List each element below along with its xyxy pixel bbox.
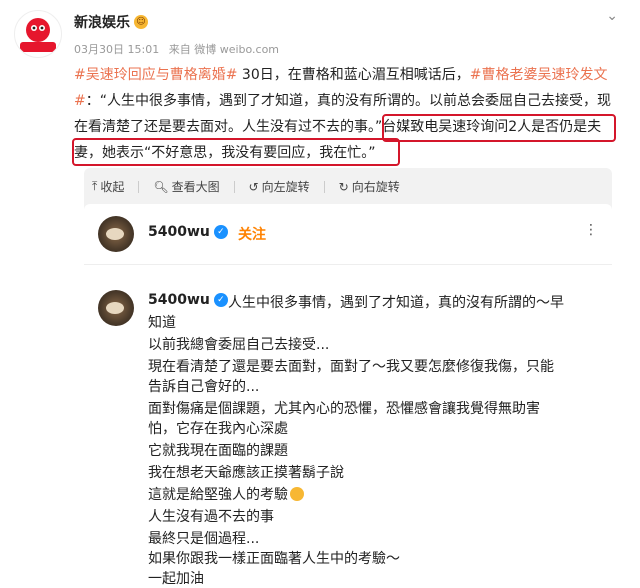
- follow-button[interactable]: 关注: [238, 224, 266, 244]
- image-viewer: ⤒ 收起 🔍︎ 查看大图 ↺ 向左旋转 ↻ 向右旋转 5400wu ✓ 关注 ⋮…: [84, 168, 612, 587]
- bow-icon: [106, 302, 124, 314]
- screenshot-image[interactable]: 5400wu ✓ 关注 ⋮ 5400wu ✓ 人生中很多事情，遇到了才知道，真的…: [84, 204, 612, 587]
- verified-icon: ✓: [213, 293, 228, 307]
- collapse-button[interactable]: ⤒ 收起: [92, 178, 124, 195]
- divider: [138, 180, 140, 193]
- quote-line: 面對傷痛是個課題，尤其內心的恐懼，恐懼感會讓我覺得無助害: [148, 401, 540, 417]
- chevron-down-icon[interactable]: ⌄: [606, 8, 618, 24]
- hashtag-link[interactable]: #曹格老婆吴速玲发文: [470, 67, 608, 83]
- collapse-icon: ⤒: [92, 179, 98, 193]
- quote-line: 怕，它存在我內心深處: [148, 421, 288, 437]
- sina-logo-icon: [20, 18, 56, 52]
- divider: [233, 180, 235, 193]
- profile-name[interactable]: 5400wu ✓: [148, 224, 228, 240]
- divider: [323, 180, 325, 193]
- smirk-emoji-icon: [290, 487, 304, 501]
- image-toolbar: ⤒ 收起 🔍︎ 查看大图 ↺ 向左旋转 ↻ 向右旋转: [92, 178, 400, 195]
- profile-header: 5400wu ✓ 关注 ⋮: [98, 216, 602, 256]
- hashtag-link[interactable]: #吴速玲回应与曹格离婚#: [74, 67, 237, 83]
- quote-avatar[interactable]: [98, 290, 134, 326]
- profile-avatar[interactable]: [98, 216, 134, 252]
- smile-badge-icon: ☺: [134, 15, 148, 29]
- quote-line: 人生中很多事情，遇到了才知道，真的沒有所謂的～早: [228, 295, 564, 311]
- rotate-right-icon: ↻: [338, 179, 349, 194]
- quote-line: 知道: [148, 315, 176, 331]
- highlight-box: [382, 114, 616, 142]
- more-options-icon[interactable]: ⋮: [584, 222, 598, 238]
- magnifier-icon: 🔍︎: [153, 179, 169, 194]
- rotate-left-button[interactable]: ↺ 向左旋转: [249, 178, 310, 195]
- author-avatar[interactable]: [14, 10, 62, 58]
- quote-line: 一起加油: [148, 571, 204, 587]
- highlight-box: [72, 138, 400, 166]
- rotate-left-icon: ↺: [248, 179, 259, 194]
- bow-icon: [106, 228, 124, 240]
- quote-line: 人生沒有過不去的事: [148, 509, 274, 525]
- author-name[interactable]: 新浪娱乐 ☺: [74, 12, 148, 32]
- quote-line: 如果你跟我一樣正面臨著人生中的考驗～: [148, 551, 400, 567]
- quote-author[interactable]: 5400wu ✓: [148, 292, 228, 308]
- quote-line: 這就是給堅強人的考驗: [148, 484, 304, 504]
- quote-line: 告訴自己會好的...: [148, 379, 260, 395]
- post-date[interactable]: 03月30日 15:01: [74, 43, 159, 56]
- quote-line: 現在看清楚了還是要去面對，面對了～我又要怎麼修復我傷，只能: [148, 359, 554, 375]
- divider: [84, 264, 612, 265]
- post-meta: 03月30日 15:01 来自 微博 weibo.com: [74, 41, 285, 57]
- rotate-right-button[interactable]: ↻ 向右旋转: [339, 178, 400, 195]
- quote-line: 我在想老天爺應該正摸著鬍子說: [148, 465, 344, 481]
- quote-line: 它就我現在面臨的課題: [148, 443, 288, 459]
- post-source: 来自 微博 weibo.com: [168, 43, 280, 56]
- quote-line: 以前我總會委屈自己去接受...: [148, 337, 330, 353]
- quote-line: 最終只是個過程...: [148, 531, 260, 547]
- view-large-button[interactable]: 🔍︎ 查看大图: [153, 178, 219, 195]
- verified-icon: ✓: [213, 225, 228, 239]
